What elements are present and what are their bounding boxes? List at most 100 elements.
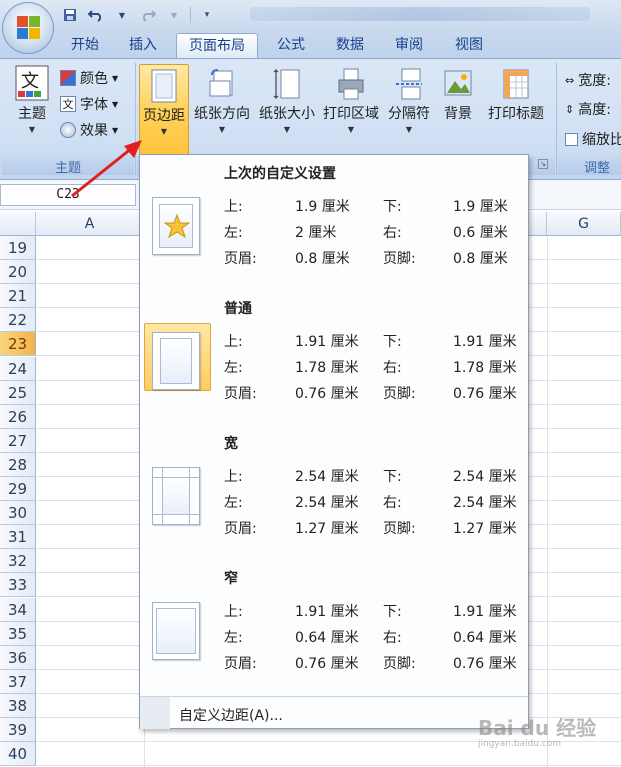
margin-value: 1.78 厘米 xyxy=(453,360,517,376)
row-header[interactable]: 22 xyxy=(0,308,36,332)
margin-value: 1.91 厘米 xyxy=(453,604,517,620)
row-header[interactable]: 39 xyxy=(0,718,36,742)
margin-value: 0.64 厘米 xyxy=(453,630,517,646)
row-header[interactable]: 23 xyxy=(0,332,36,356)
page-margins-icon xyxy=(152,332,200,390)
margin-value: 0.76 厘米 xyxy=(295,656,359,672)
margin-value: 1.78 厘米 xyxy=(295,360,359,376)
themes-label: 主题 xyxy=(18,106,46,122)
theme-glyph: 文 xyxy=(21,71,39,92)
margin-value: 0.64 厘米 xyxy=(295,630,359,646)
margin-preset[interactable]: 普通 上: 1.91 厘米 下: 1.91 厘米 左: 1.78 厘米 右: 1.78 厘米 页眉… xyxy=(140,298,528,418)
row-header[interactable]: 37 xyxy=(0,670,36,694)
row-header[interactable]: 24 xyxy=(0,357,36,381)
scale-group-label: 调整为 xyxy=(558,157,621,195)
redo-icon[interactable] xyxy=(138,5,158,25)
themes-button[interactable]: 文 主题 ▼ xyxy=(8,65,56,151)
size-button[interactable]: 纸张大小 ▼ xyxy=(256,67,318,134)
save-icon[interactable] xyxy=(60,5,80,25)
row-header[interactable]: 36 xyxy=(0,646,36,670)
row-header[interactable]: 32 xyxy=(0,549,36,573)
row-header[interactable]: 27 xyxy=(0,429,36,453)
tab-insert[interactable]: 插入 xyxy=(120,33,166,58)
row-header[interactable]: 31 xyxy=(0,525,36,549)
margin-value: 2.54 厘米 xyxy=(295,469,359,485)
group-divider xyxy=(556,63,557,175)
margin-value: 1.27 厘米 xyxy=(453,521,517,537)
height-label: 高度: xyxy=(578,102,611,118)
row-header[interactable]: 38 xyxy=(0,694,36,718)
margin-label: 上: xyxy=(224,199,243,215)
row-header[interactable]: 28 xyxy=(0,453,36,477)
printer-icon xyxy=(336,67,366,101)
margin-preset[interactable]: 窄上: 1.91 厘米 下: 1.91 厘米 左: 0.64 厘米 右: 0.64 厘米 页眉:… xyxy=(140,568,528,688)
background-image-icon xyxy=(443,67,473,101)
scale-label: 缩放比 xyxy=(582,132,621,148)
office-button[interactable] xyxy=(2,2,54,54)
row-header[interactable]: 29 xyxy=(0,477,36,501)
chevron-down-icon[interactable]: ▼ xyxy=(164,5,184,25)
chevron-down-icon: ▼ xyxy=(218,125,226,134)
margin-label: 下: xyxy=(383,604,402,620)
row-header[interactable]: 40 xyxy=(0,742,36,766)
background-button[interactable]: 背景 xyxy=(438,67,478,123)
row-header[interactable]: 33 xyxy=(0,573,36,597)
tab-page-layout[interactable]: 页面布局 xyxy=(176,33,258,58)
tab-home[interactable]: 开始 xyxy=(62,33,108,58)
fonts-label: 字体 xyxy=(80,97,108,113)
watermark-text: Bai du 经验 xyxy=(478,716,597,740)
colors-button[interactable]: 颜色 ▼ xyxy=(60,68,118,88)
row-header[interactable]: 34 xyxy=(0,598,36,622)
fonts-button[interactable]: 文 字体 ▼ xyxy=(60,94,118,114)
tab-review[interactable]: 审阅 xyxy=(386,33,432,58)
row-header[interactable]: 25 xyxy=(0,381,36,405)
chevron-down-icon: ▼ xyxy=(112,125,119,135)
tab-formulas[interactable]: 公式 xyxy=(268,33,314,58)
dialog-launcher-icon[interactable]: ↘ xyxy=(538,159,548,169)
print-titles-label: 打印标题 xyxy=(488,106,544,122)
margin-value: 1.91 厘米 xyxy=(295,334,359,350)
height-control[interactable]: ⇕ 高度: xyxy=(565,99,611,119)
page-margins-icon xyxy=(152,602,200,660)
row-header[interactable]: 21 xyxy=(0,284,36,308)
margin-value: 2.54 厘米 xyxy=(453,469,517,485)
margin-label: 页脚: xyxy=(383,251,416,267)
row-header[interactable]: 35 xyxy=(0,622,36,646)
scale-control[interactable]: 缩放比 xyxy=(565,129,621,149)
margin-preset[interactable]: 宽上: 2.54 厘米 下: 2.54 厘米 左: 2.54 厘米 右: 2.54 厘米 页眉:… xyxy=(140,433,528,553)
custom-margins-item[interactable]: 自定义边距(A)... xyxy=(140,696,528,729)
colors-label: 颜色 xyxy=(80,71,108,87)
margin-label: 右: xyxy=(383,630,402,646)
margin-label: 页眉: xyxy=(224,386,257,402)
menu-icon-strip xyxy=(140,697,170,729)
colors-icon xyxy=(60,70,76,86)
tab-view[interactable]: 视图 xyxy=(446,33,492,58)
margin-value: 2.54 厘米 xyxy=(453,495,517,511)
chevron-down-icon[interactable]: ▼ xyxy=(112,5,132,25)
orientation-button[interactable]: 纸张方向 ▼ xyxy=(190,67,254,134)
undo-icon[interactable] xyxy=(86,5,106,25)
breaks-button[interactable]: 分隔符 ▼ xyxy=(385,67,433,134)
row-header[interactable]: 19 xyxy=(0,236,36,260)
column-header-g[interactable]: G xyxy=(547,212,621,236)
chevron-down-icon: ▼ xyxy=(160,127,168,136)
column-header-a[interactable]: A xyxy=(36,212,144,236)
row-header[interactable]: 20 xyxy=(0,260,36,284)
tab-data[interactable]: 数据 xyxy=(327,33,373,58)
print-area-button[interactable]: 打印区域 ▼ xyxy=(320,67,382,134)
margin-preset[interactable]: 上次的自定义设置 上: 1.9 厘米 下: 1.9 厘米 左: 2 厘米 右: 0.6 厘米 页眉… xyxy=(140,163,528,283)
window-title-blurred xyxy=(250,7,590,21)
office-logo-icon xyxy=(17,16,41,40)
page-margins-icon xyxy=(152,197,200,255)
preset-title: 宽 xyxy=(224,436,238,452)
width-label: 宽度: xyxy=(578,73,611,89)
select-all-corner[interactable] xyxy=(0,212,36,236)
width-control[interactable]: ⇔ 宽度: xyxy=(565,70,611,90)
gridline xyxy=(547,236,548,767)
customize-qat-icon[interactable]: ▾ xyxy=(197,5,217,25)
orientation-label: 纸张方向 xyxy=(194,106,250,122)
chevron-down-icon: ▼ xyxy=(405,125,413,134)
row-header[interactable]: 30 xyxy=(0,501,36,525)
print-titles-button[interactable]: 打印标题 xyxy=(484,67,548,123)
row-header[interactable]: 26 xyxy=(0,405,36,429)
